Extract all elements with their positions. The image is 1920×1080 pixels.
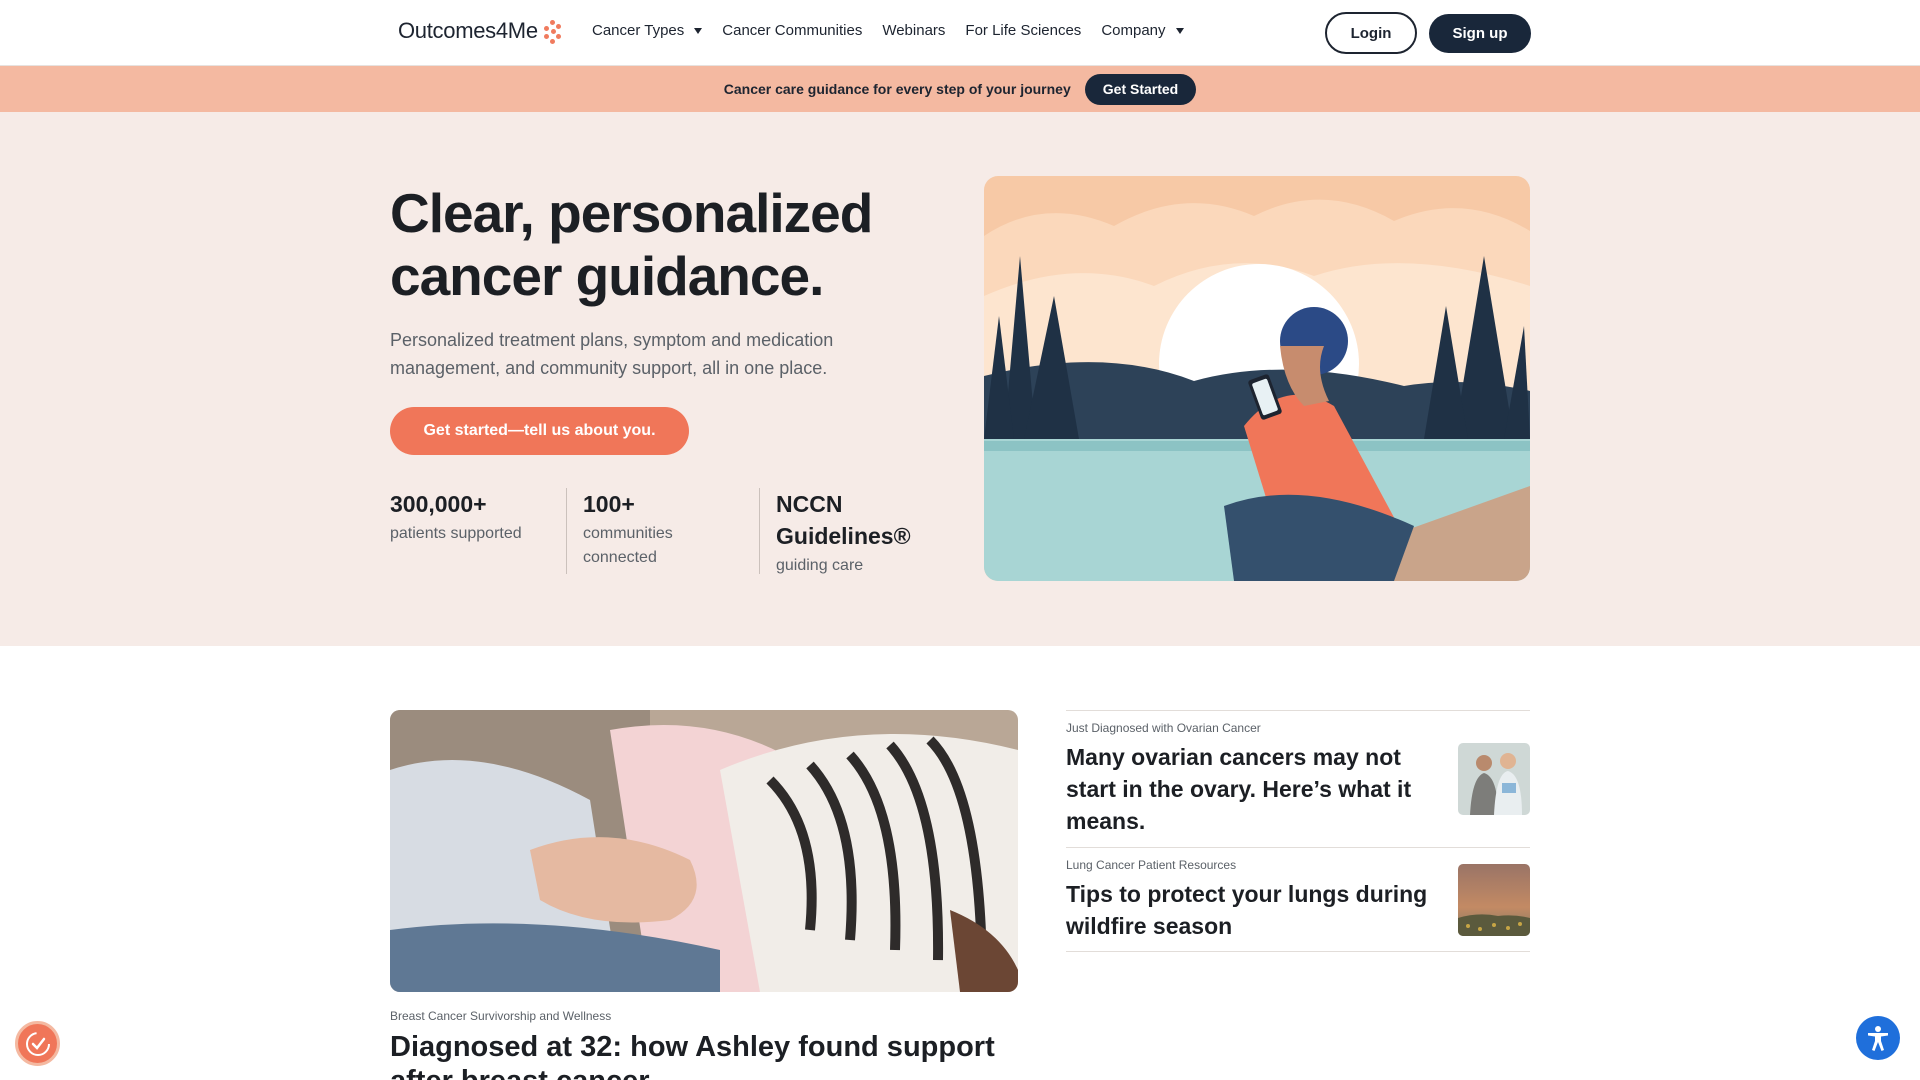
nav-cancer-types-label: Cancer Types (592, 22, 685, 39)
logo[interactable]: Outcomes4Me (398, 18, 562, 44)
wellness-check-button[interactable] (15, 1021, 60, 1066)
side-article-list: Just Diagnosed with Ovarian Cancer Many … (1066, 710, 1530, 952)
list-item[interactable]: Just Diagnosed with Ovarian Cancer Many … (1066, 711, 1530, 848)
logo-dots-icon (542, 18, 562, 44)
main-menu: Cancer Types Cancer Communities Webinars… (592, 22, 1204, 39)
nav-webinars[interactable]: Webinars (882, 22, 945, 39)
article-category: Just Diagnosed with Ovarian Cancer (1066, 721, 1261, 735)
chevron-down-icon (694, 27, 703, 34)
promo-banner: Cancer care guidance for every step of y… (0, 66, 1920, 112)
logo-text: Outcomes4Me (398, 18, 538, 43)
nav-cancer-communities[interactable]: Cancer Communities (722, 22, 862, 39)
stat-patients: 300,000+ patients supported (390, 488, 566, 574)
accessibility-icon (1868, 1026, 1888, 1051)
stat-communities: 100+ communities connected (566, 488, 759, 574)
wellness-check-icon (25, 1031, 50, 1056)
stat-label: guiding care (776, 557, 864, 574)
hero-subtitle: Personalized treatment plans, symptom an… (390, 330, 834, 378)
stat-value: 300,000+ (390, 491, 487, 517)
article-thumbnail[interactable] (1458, 864, 1530, 936)
featured-article-category[interactable]: Breast Cancer Survivorship and Wellness (390, 1009, 611, 1023)
nav-company[interactable]: Company (1101, 22, 1184, 39)
featured-article-image[interactable] (390, 710, 1018, 992)
list-item[interactable]: Lung Cancer Patient Resources Tips to pr… (1066, 848, 1530, 952)
nav-webinars-label: Webinars (882, 22, 946, 39)
hero-title: Clear, personalized cancer guidance. (390, 182, 873, 307)
nav-cancer-types[interactable]: Cancer Types (592, 22, 703, 39)
hero-section: Clear, personalized cancer guidance. Per… (0, 112, 1920, 646)
banner-get-started-button[interactable]: Get Started (1084, 73, 1197, 105)
nav-for-life-sciences[interactable]: For Life Sciences (965, 22, 1081, 39)
hero-illustration (984, 176, 1530, 581)
article-category: Lung Cancer Patient Resources (1066, 858, 1237, 872)
nav-for-life-sciences-label: For Life Sciences (965, 22, 1082, 39)
stat-value: 100+ (583, 491, 635, 517)
stat-label: communities connected (583, 525, 673, 566)
signup-button[interactable]: Sign up (1429, 14, 1531, 53)
accessibility-button[interactable] (1856, 1016, 1900, 1060)
stats-row: 300,000+ patients supported 100+ communi… (390, 488, 929, 574)
article-thumbnail[interactable] (1458, 743, 1530, 815)
featured-article-title[interactable]: Diagnosed at 32: how Ashley found suppor… (390, 1030, 1030, 1080)
article-title[interactable]: Many ovarian cancers may not start in th… (1066, 741, 1446, 837)
banner-text: Cancer care guidance for every step of y… (723, 81, 1071, 97)
stat-guidelines: NCCN Guidelines® guiding care (759, 488, 929, 574)
article-title[interactable]: Tips to protect your lungs during wildfi… (1066, 878, 1446, 942)
top-navigation: Outcomes4Me Cancer Types Cancer Communit… (0, 0, 1920, 66)
stat-value: NCCN Guidelines® (776, 491, 911, 549)
nav-cancer-communities-label: Cancer Communities (722, 22, 863, 39)
chevron-down-icon (1175, 27, 1184, 34)
nav-company-label: Company (1101, 22, 1166, 39)
stat-label: patients supported (390, 525, 522, 542)
hero-get-started-button[interactable]: Get started—tell us about you. (390, 407, 689, 455)
login-button[interactable]: Login (1325, 12, 1417, 54)
